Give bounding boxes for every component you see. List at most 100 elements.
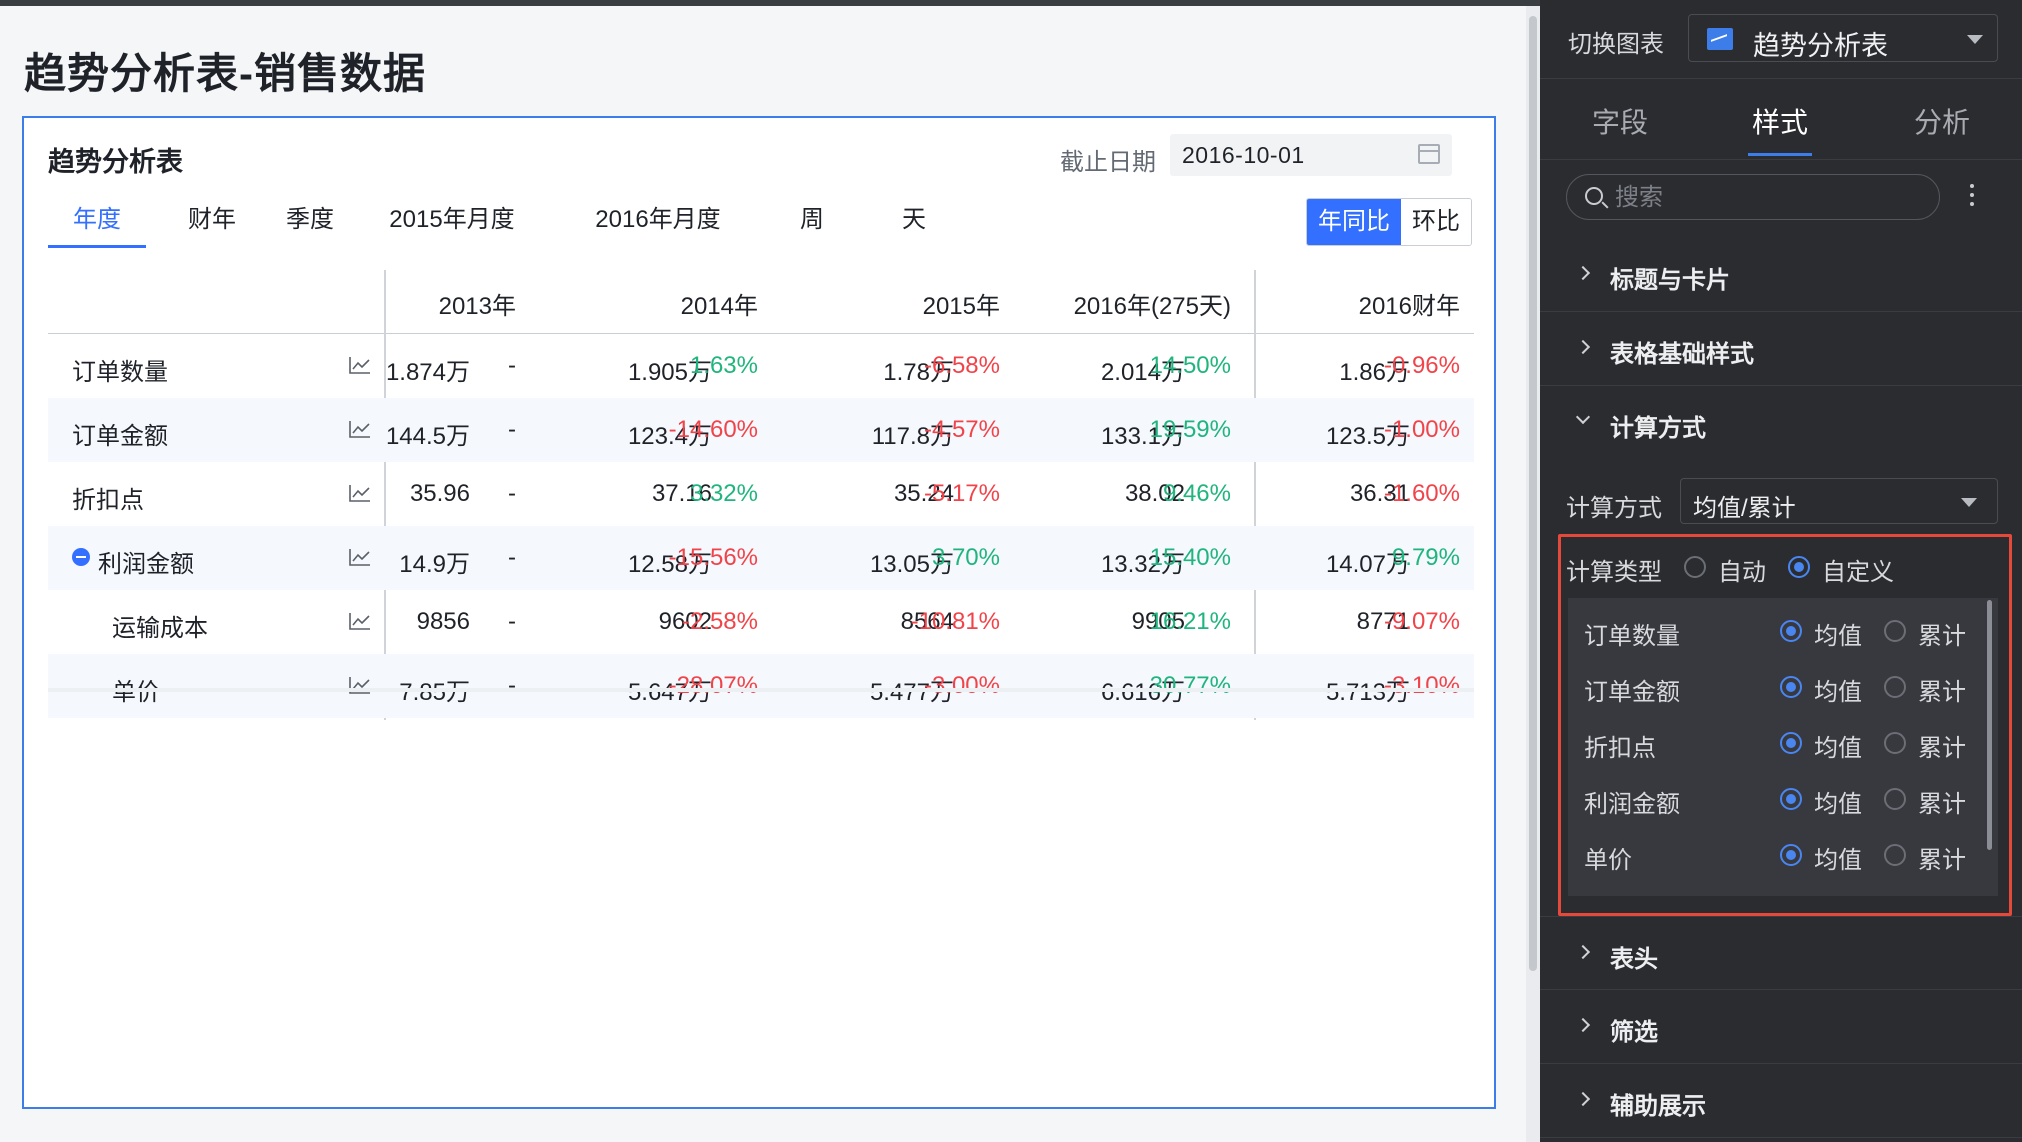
change-cell: -4.57%: [923, 416, 1000, 443]
trend-table-icon: [1707, 28, 1733, 50]
caret-down-icon: [1967, 35, 1983, 44]
radio-cumulative-label[interactable]: 累计: [1918, 616, 1966, 651]
config-panel: 切换图表 趋势分析表 字段 样式 分析 标题与卡片 表格基础样式 计算方式 计算…: [1540, 0, 2022, 1142]
tab-2016-monthly[interactable]: 2016年月度: [578, 198, 738, 254]
radio-average[interactable]: [1780, 732, 1802, 754]
page-title: 趋势分析表-销售数据: [24, 50, 426, 97]
date-picker[interactable]: 2016-10-01: [1170, 134, 1452, 176]
radio-average[interactable]: [1780, 844, 1802, 866]
change-cell: 9.46%: [1162, 480, 1231, 507]
yoy-button[interactable]: 年同比: [1307, 199, 1401, 245]
scrollbar-thumb[interactable]: [1529, 16, 1537, 971]
chevron-right-icon: [1575, 944, 1591, 960]
row-label: 订单金额: [72, 423, 168, 450]
radio-cumulative[interactable]: [1884, 844, 1906, 866]
row-label: 运输成本: [112, 615, 208, 642]
change-cell: -: [508, 544, 516, 571]
change-cell: -2.58%: [681, 608, 758, 635]
section-table-basic-style[interactable]: 表格基础样式: [1540, 312, 2022, 386]
table-row: 运输成本 9856 9602 8564 9905 8771- -2.58% -10.81% 16…: [48, 590, 1474, 654]
radio-average-label[interactable]: 均值: [1814, 840, 1862, 875]
tab-quarter[interactable]: 季度: [272, 198, 348, 254]
canvas-scrollbar[interactable]: [1526, 6, 1540, 1142]
radio-average[interactable]: [1780, 676, 1802, 698]
search-input[interactable]: [1615, 183, 1925, 213]
change-cell: 3.32%: [689, 480, 758, 507]
calc-method-select[interactable]: 均值/累计: [1680, 478, 1998, 524]
change-cell: -14.60%: [668, 416, 758, 443]
radio-average[interactable]: [1780, 788, 1802, 810]
radio-average-label[interactable]: 均值: [1814, 728, 1862, 763]
trend-chart-icon[interactable]: [349, 420, 371, 438]
date-label: 截止日期: [1060, 149, 1156, 176]
radio-custom-label[interactable]: 自定义: [1822, 552, 1894, 587]
table-scrollbar[interactable]: [48, 688, 1474, 692]
radio-average[interactable]: [1780, 620, 1802, 642]
calc-method-value: 均值/累计: [1693, 495, 1796, 522]
tab-fields[interactable]: 字段: [1592, 101, 1648, 141]
change-cell: 3.70%: [931, 544, 1000, 571]
table-row: 订单数量 1.874万 1.905万 1.78万 2.014万 1.86万 -1.63% -6…: [48, 334, 1474, 398]
radio-cumulative-label[interactable]: 累计: [1918, 672, 1966, 707]
radio-cumulative-label[interactable]: 累计: [1918, 784, 1966, 819]
change-cell: -: [508, 352, 516, 379]
section-filter[interactable]: 筛选: [1540, 990, 2022, 1064]
collapse-icon[interactable]: [72, 548, 90, 566]
radio-cumulative[interactable]: [1884, 788, 1906, 810]
row-label: 订单数量: [72, 359, 168, 386]
value-cell: 144.5万: [385, 423, 470, 450]
section-aux-display[interactable]: 辅助展示: [1540, 1064, 2022, 1138]
change-cell: 15.40%: [1149, 544, 1231, 571]
radio-cumulative-label[interactable]: 累计: [1918, 728, 1966, 763]
mom-button[interactable]: 环比: [1401, 199, 1471, 245]
radio-average-label[interactable]: 均值: [1814, 672, 1862, 707]
value-cell: 9856: [416, 608, 470, 635]
radio-cumulative-label[interactable]: 累计: [1918, 840, 1966, 875]
tab-analysis[interactable]: 分析: [1914, 101, 1970, 141]
radio-cumulative[interactable]: [1884, 676, 1906, 698]
calendar-icon[interactable]: [1418, 144, 1440, 164]
tab-style[interactable]: 样式: [1747, 101, 1813, 156]
measure-row: 利润金额 均值 累计: [1568, 770, 1998, 826]
section-title-card[interactable]: 标题与卡片: [1540, 238, 2022, 312]
section-header[interactable]: 表头: [1540, 916, 2022, 990]
chart-type-select[interactable]: 趋势分析表: [1688, 14, 1998, 62]
change-cell: -3.10%: [1383, 672, 1460, 699]
trend-chart-icon[interactable]: [349, 548, 371, 566]
tab-year[interactable]: 年度: [48, 198, 146, 254]
trend-chart-icon[interactable]: [349, 356, 371, 374]
trend-table-card[interactable]: 趋势分析表 截止日期 2016-10-01 年度 财年 季度 2015年月度 2…: [22, 116, 1496, 1109]
tab-week[interactable]: 周: [792, 198, 832, 254]
radio-custom[interactable]: [1788, 556, 1810, 578]
radio-cumulative[interactable]: [1884, 732, 1906, 754]
value-cell: 14.9万: [399, 551, 470, 578]
more-icon[interactable]: [1968, 180, 1976, 214]
change-cell: -10.81%: [910, 608, 1000, 635]
measure-label: 单价: [1584, 847, 1632, 874]
col-header-2015: 2015年: [922, 293, 1000, 320]
tab-day[interactable]: 天: [894, 198, 934, 254]
list-scrollbar[interactable]: [1987, 600, 1992, 850]
chevron-down-icon: [1575, 409, 1591, 425]
value-cell: 1.874万: [385, 359, 470, 386]
col-header-2016-fiscal: 2016财年: [1358, 293, 1460, 320]
trend-chart-icon[interactable]: [349, 612, 371, 630]
trend-chart-icon[interactable]: [349, 484, 371, 502]
section-calc-method[interactable]: 计算方式: [1540, 386, 2022, 460]
tab-fiscal-year[interactable]: 财年: [174, 198, 250, 254]
change-cell: -3.00%: [923, 672, 1000, 699]
radio-cumulative[interactable]: [1884, 620, 1906, 642]
chart-type-value: 趋势分析表: [1753, 31, 1888, 61]
radio-auto[interactable]: [1684, 556, 1706, 578]
section-label: 筛选: [1610, 1019, 1658, 1046]
section-label: 计算方式: [1610, 415, 1706, 442]
radio-auto-label[interactable]: 自动: [1718, 552, 1766, 587]
tab-2015-monthly[interactable]: 2015年月度: [372, 198, 532, 254]
radio-average-label[interactable]: 均值: [1814, 616, 1862, 651]
radio-average-label[interactable]: 均值: [1814, 784, 1862, 819]
chevron-right-icon: [1575, 1017, 1591, 1033]
change-cell: -1.60%: [1383, 480, 1460, 507]
change-cell: -1.00%: [1383, 416, 1460, 443]
change-cell: -: [508, 672, 516, 699]
caret-down-icon: [1961, 498, 1977, 507]
